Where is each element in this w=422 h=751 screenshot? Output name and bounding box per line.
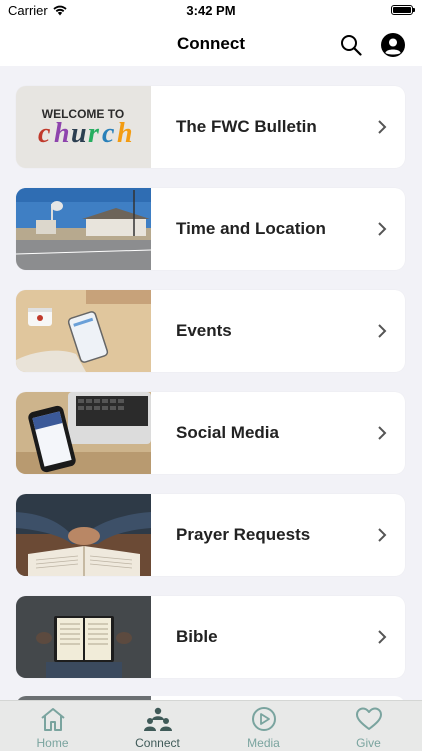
tab-label: Home xyxy=(36,736,69,750)
tab-give[interactable]: Give xyxy=(316,701,421,751)
list-item-label: Prayer Requests xyxy=(176,525,311,544)
tab-label: Connect xyxy=(135,736,180,750)
connect-list: WELCOME TO c h u r c h The FWC Bulletin xyxy=(16,86,405,698)
svg-text:h: h xyxy=(117,118,133,149)
social-media-thumbnail xyxy=(16,392,151,474)
chevron-right-icon xyxy=(378,120,387,134)
svg-text:r: r xyxy=(88,118,100,149)
tab-bar: Home Connect Media Give xyxy=(0,700,422,751)
svg-text:c: c xyxy=(102,118,115,149)
tab-connect[interactable]: Connect xyxy=(105,701,210,751)
list-item-prayer-requests[interactable]: Prayer Requests xyxy=(16,494,405,576)
list-item-bible[interactable]: Bible xyxy=(16,596,405,678)
home-icon xyxy=(40,708,65,731)
heart-icon xyxy=(355,707,382,730)
tab-label: Media xyxy=(247,736,280,750)
tab-label: Give xyxy=(356,736,381,750)
bible-thumbnail xyxy=(16,596,151,678)
events-thumbnail xyxy=(16,290,151,372)
list-item-social-media[interactable]: Social Media xyxy=(16,392,405,474)
list-item-events[interactable]: Events xyxy=(16,290,405,372)
search-icon[interactable] xyxy=(340,34,362,56)
chevron-right-icon xyxy=(378,528,387,542)
list-item-label: Bible xyxy=(176,627,218,646)
time-location-thumbnail xyxy=(16,188,151,270)
tab-home[interactable]: Home xyxy=(0,701,105,751)
chevron-right-icon xyxy=(378,426,387,440)
status-bar: Carrier 3:42 PM xyxy=(0,0,422,22)
clock: 3:42 PM xyxy=(186,3,236,18)
list-item-bulletin[interactable]: WELCOME TO c h u r c h The FWC Bulletin xyxy=(16,86,405,168)
list-item-label: The FWC Bulletin xyxy=(176,117,317,136)
nav-bar: Connect xyxy=(0,22,422,66)
svg-text:u: u xyxy=(71,118,87,149)
chevron-right-icon xyxy=(378,324,387,338)
svg-text:h: h xyxy=(54,118,70,149)
battery-icon xyxy=(391,5,415,15)
svg-text:c: c xyxy=(38,118,51,149)
prayer-requests-thumbnail xyxy=(16,494,151,576)
bulletin-thumbnail: WELCOME TO c h u r c h xyxy=(16,86,151,168)
play-icon xyxy=(251,707,276,731)
chevron-right-icon xyxy=(378,222,387,236)
list-item-time-location[interactable]: Time and Location xyxy=(16,188,405,270)
list-item-label: Time and Location xyxy=(176,219,326,238)
list-item-label: Events xyxy=(176,321,232,340)
people-icon xyxy=(143,707,172,731)
list-item-label: Social Media xyxy=(176,423,279,442)
profile-icon[interactable] xyxy=(381,33,405,57)
tab-media[interactable]: Media xyxy=(211,701,316,751)
chevron-right-icon xyxy=(378,630,387,644)
